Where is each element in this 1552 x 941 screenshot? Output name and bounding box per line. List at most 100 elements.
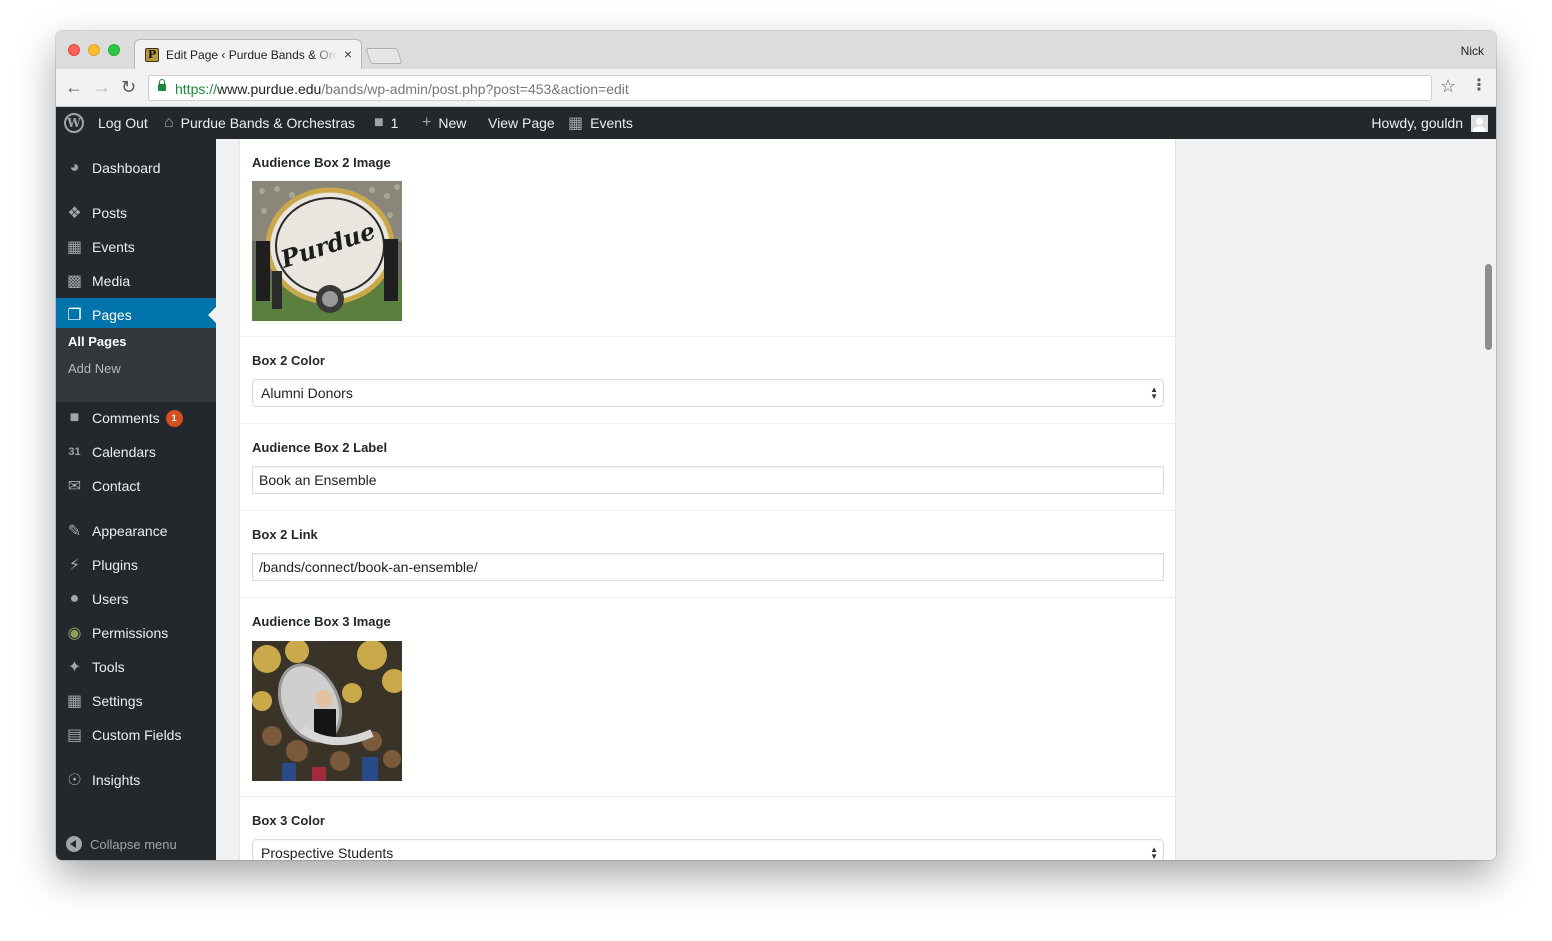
menu-item-label: Insights (92, 772, 141, 788)
envelope-icon: ✉ (67, 478, 82, 495)
browser-tab[interactable]: P Edit Page ‹ Purdue Bands & Orchestras … (134, 39, 362, 69)
close-tab-icon[interactable]: × (344, 46, 352, 62)
purdue-favicon-icon: P (145, 48, 159, 62)
comments-badge: 1 (165, 409, 183, 427)
tuba-player-image[interactable] (252, 641, 402, 781)
collapse-menu-button[interactable]: Collapse menu (56, 832, 216, 856)
wrench-icon: ✦ (67, 659, 82, 676)
menu-item-label: Events (92, 239, 135, 255)
profile-name[interactable]: Nick (1461, 44, 1484, 58)
scrollbar-thumb[interactable] (1485, 264, 1492, 350)
select-arrows-icon: ▲ ▼ (1150, 845, 1158, 861)
menu-item-contact[interactable]: ✉ Contact (56, 469, 216, 503)
menu-item-events[interactable]: ▦ Events (56, 230, 216, 264)
new-label: New (438, 115, 467, 131)
menu-item-media[interactable]: ▩ Media (56, 264, 216, 298)
menu-item-pages[interactable]: ❐ Pages (56, 298, 216, 332)
comment-bubble-icon: ■ (374, 114, 384, 131)
star-icon[interactable]: ☆ (1440, 77, 1456, 95)
menu-item-calendars[interactable]: 31 Calendars (56, 435, 216, 469)
menu-item-label: Pages (92, 307, 132, 323)
admin-menu: ◕ Dashboard ❖ Posts ▦ Events ▩ Media ❐ P… (56, 139, 216, 860)
menu-item-label: Dashboard (92, 160, 161, 176)
close-window-button[interactable] (68, 44, 80, 56)
minimize-window-button[interactable] (88, 44, 100, 56)
submenu-all-pages[interactable]: All Pages (68, 334, 127, 349)
calendar-icon: ▦ (568, 115, 584, 132)
comments-count: 1 (390, 115, 399, 131)
menu-item-permissions[interactable]: ◉ Permissions (56, 616, 216, 650)
url-text[interactable]: https://www.purdue.edu/bands/wp-admin/po… (175, 81, 629, 97)
menu-item-label: Permissions (92, 625, 169, 641)
box2-color-select[interactable]: Alumni Donors ▲ ▼ (252, 379, 1164, 407)
page-scrollbar[interactable] (1481, 139, 1496, 860)
menu-item-label: Appearance (92, 523, 168, 539)
box2-label-input[interactable]: Book an Ensemble (252, 466, 1164, 494)
field-label: Audience Box 2 Label (252, 440, 388, 455)
events-link[interactable]: ▦ Events (568, 107, 633, 139)
menu-item-users[interactable]: ● Users (56, 582, 216, 616)
field-label: Audience Box 3 Image (252, 614, 391, 629)
avatar (1471, 114, 1488, 132)
view-page-link[interactable]: View Page (488, 107, 555, 139)
field-box3-color: Box 3 Color Prospective Students ▲ ▼ (240, 797, 1175, 860)
menu-item-tools[interactable]: ✦ Tools (56, 650, 216, 684)
field-label: Box 2 Color (252, 353, 325, 368)
menu-item-custom-fields[interactable]: ▤ Custom Fields (56, 718, 216, 752)
back-arrow-icon[interactable]: ← (65, 78, 83, 96)
wordpress-logo-button[interactable]: W (64, 107, 84, 139)
new-content-link[interactable]: + New (422, 107, 466, 139)
select-value: Prospective Students (261, 845, 394, 860)
menu-item-label: Contact (92, 478, 141, 494)
menu-item-label: Custom Fields (92, 727, 182, 743)
menu-item-comments[interactable]: ■ Comments 1 (56, 401, 216, 435)
url-path: /bands/wp-admin/post.php?post=453&action… (321, 81, 629, 97)
maximize-window-button[interactable] (108, 44, 120, 56)
view-page-label: View Page (488, 115, 555, 131)
menu-item-insights[interactable]: ☉ Insights (56, 763, 216, 797)
logout-label: Log Out (98, 115, 148, 131)
site-name-link[interactable]: ⌂ Purdue Bands & Orchestras (164, 107, 355, 139)
lock-icon (158, 79, 166, 91)
menu-item-label: Tools (92, 659, 125, 675)
reload-icon[interactable]: ↻ (121, 78, 136, 96)
drum-image[interactable]: Purdue (252, 181, 402, 321)
field-box2-label: Audience Box 2 Label Book an Ensemble (240, 424, 1175, 511)
box3-color-select[interactable]: Prospective Students ▲ ▼ (252, 839, 1164, 860)
menu-item-posts[interactable]: ❖ Posts (56, 196, 216, 230)
url-scheme: https:// (175, 81, 218, 97)
wordpress-logo-icon: W (64, 113, 84, 133)
calendar-icon: ▦ (66, 239, 83, 256)
my-account-link[interactable]: Howdy, gouldn (1371, 107, 1488, 139)
box2-link-input[interactable]: /bands/connect/book-an-ensemble/ (252, 553, 1164, 581)
field-box3-image: Audience Box 3 Image (240, 598, 1175, 797)
menu-item-label: Users (92, 591, 129, 607)
wp-admin-bar: W Log Out ⌂ Purdue Bands & Orchestras ■ … (56, 107, 1496, 139)
plus-icon: + (422, 114, 432, 131)
howdy-label: Howdy, gouldn (1371, 115, 1463, 131)
menu-item-appearance[interactable]: ✎ Appearance (56, 514, 216, 548)
logout-link[interactable]: Log Out (98, 107, 148, 139)
site-name-label: Purdue Bands & Orchestras (180, 115, 355, 131)
home-icon: ⌂ (164, 114, 174, 131)
table-icon: ▤ (66, 727, 83, 744)
menu-item-plugins[interactable]: ⚡ Plugins (56, 548, 216, 582)
menu-item-settings[interactable]: ▦ Settings (56, 684, 216, 718)
sliders-icon: ▦ (66, 693, 83, 710)
field-label: Box 2 Link (252, 527, 318, 542)
menu-item-label: Settings (92, 693, 143, 709)
address-bar[interactable]: https://www.purdue.edu/bands/wp-admin/po… (148, 75, 1432, 101)
forward-arrow-icon[interactable]: → (93, 78, 111, 96)
main-content: Audience Box 2 Image Purdue Box 2 Color … (216, 139, 1496, 860)
field-box2-image: Audience Box 2 Image Purdue (240, 139, 1175, 337)
people-icon: ◉ (67, 625, 82, 642)
menu-icon[interactable]: ⋮ (1471, 77, 1487, 95)
submenu-add-new[interactable]: Add New (68, 361, 121, 376)
new-tab-button[interactable] (365, 48, 403, 64)
menu-item-dashboard[interactable]: ◕ Dashboard (56, 151, 216, 185)
custom-fields-postbox: Audience Box 2 Image Purdue Box 2 Color … (239, 139, 1176, 860)
field-box2-link: Box 2 Link /bands/connect/book-an-ensemb… (240, 511, 1175, 598)
user-icon: ● (69, 590, 80, 607)
comments-link[interactable]: ■ 1 (374, 107, 398, 139)
pages-icon: ❐ (67, 307, 82, 324)
